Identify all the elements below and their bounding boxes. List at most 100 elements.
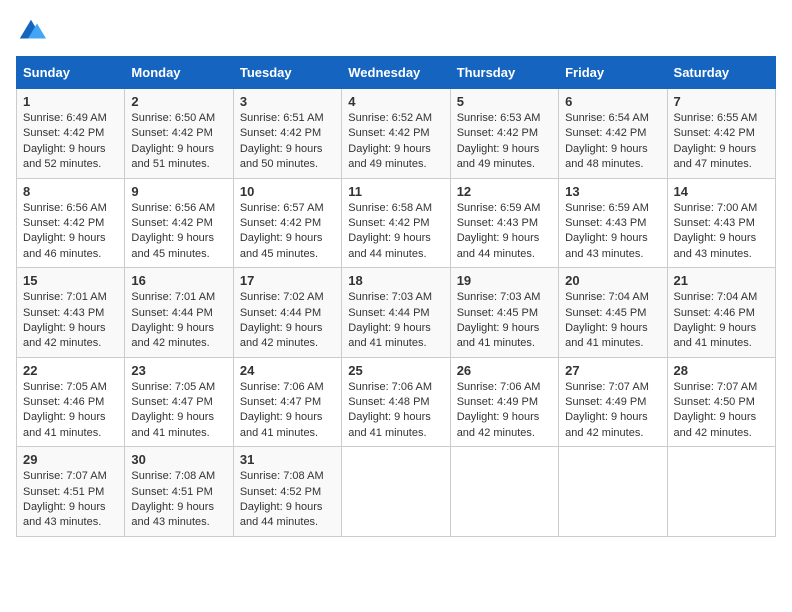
day-number: 8 <box>23 184 118 199</box>
day-cell: 23 Sunrise: 7:05 AM Sunset: 4:47 PM Dayl… <box>125 357 233 447</box>
day-cell: 10 Sunrise: 6:57 AM Sunset: 4:42 PM Dayl… <box>233 178 341 268</box>
day-info: Sunrise: 7:05 AM Sunset: 4:47 PM Dayligh… <box>131 380 226 442</box>
day-cell: 27 Sunrise: 7:07 AM Sunset: 4:49 PM Dayl… <box>559 357 667 447</box>
day-number: 23 <box>131 363 226 378</box>
day-cell <box>450 447 558 537</box>
week-row-5: 29 Sunrise: 7:07 AM Sunset: 4:51 PM Dayl… <box>17 447 776 537</box>
week-row-4: 22 Sunrise: 7:05 AM Sunset: 4:46 PM Dayl… <box>17 357 776 447</box>
day-info: Sunrise: 6:59 AM Sunset: 4:43 PM Dayligh… <box>565 201 660 263</box>
day-number: 14 <box>674 184 769 199</box>
day-info: Sunrise: 7:07 AM Sunset: 4:51 PM Dayligh… <box>23 469 118 531</box>
day-info: Sunrise: 7:06 AM Sunset: 4:47 PM Dayligh… <box>240 380 335 442</box>
week-row-2: 8 Sunrise: 6:56 AM Sunset: 4:42 PM Dayli… <box>17 178 776 268</box>
day-cell: 26 Sunrise: 7:06 AM Sunset: 4:49 PM Dayl… <box>450 357 558 447</box>
day-number: 15 <box>23 273 118 288</box>
day-cell: 25 Sunrise: 7:06 AM Sunset: 4:48 PM Dayl… <box>342 357 450 447</box>
day-info: Sunrise: 7:04 AM Sunset: 4:46 PM Dayligh… <box>674 290 769 352</box>
day-cell: 12 Sunrise: 6:59 AM Sunset: 4:43 PM Dayl… <box>450 178 558 268</box>
day-cell: 22 Sunrise: 7:05 AM Sunset: 4:46 PM Dayl… <box>17 357 125 447</box>
day-cell <box>342 447 450 537</box>
day-cell: 30 Sunrise: 7:08 AM Sunset: 4:51 PM Dayl… <box>125 447 233 537</box>
day-cell: 24 Sunrise: 7:06 AM Sunset: 4:47 PM Dayl… <box>233 357 341 447</box>
day-info: Sunrise: 6:54 AM Sunset: 4:42 PM Dayligh… <box>565 111 660 173</box>
day-number: 24 <box>240 363 335 378</box>
day-info: Sunrise: 6:51 AM Sunset: 4:42 PM Dayligh… <box>240 111 335 173</box>
day-number: 18 <box>348 273 443 288</box>
calendar-table: SundayMondayTuesdayWednesdayThursdayFrid… <box>16 56 776 537</box>
day-cell: 14 Sunrise: 7:00 AM Sunset: 4:43 PM Dayl… <box>667 178 775 268</box>
day-cell: 1 Sunrise: 6:49 AM Sunset: 4:42 PM Dayli… <box>17 89 125 179</box>
day-number: 19 <box>457 273 552 288</box>
day-info: Sunrise: 7:03 AM Sunset: 4:45 PM Dayligh… <box>457 290 552 352</box>
day-info: Sunrise: 7:03 AM Sunset: 4:44 PM Dayligh… <box>348 290 443 352</box>
day-cell: 15 Sunrise: 7:01 AM Sunset: 4:43 PM Dayl… <box>17 268 125 358</box>
day-info: Sunrise: 6:55 AM Sunset: 4:42 PM Dayligh… <box>674 111 769 173</box>
day-number: 2 <box>131 94 226 109</box>
day-info: Sunrise: 6:58 AM Sunset: 4:42 PM Dayligh… <box>348 201 443 263</box>
day-number: 25 <box>348 363 443 378</box>
day-number: 26 <box>457 363 552 378</box>
day-cell: 19 Sunrise: 7:03 AM Sunset: 4:45 PM Dayl… <box>450 268 558 358</box>
column-header-tuesday: Tuesday <box>233 57 341 89</box>
week-row-3: 15 Sunrise: 7:01 AM Sunset: 4:43 PM Dayl… <box>17 268 776 358</box>
day-info: Sunrise: 6:49 AM Sunset: 4:42 PM Dayligh… <box>23 111 118 173</box>
day-number: 10 <box>240 184 335 199</box>
day-cell: 29 Sunrise: 7:07 AM Sunset: 4:51 PM Dayl… <box>17 447 125 537</box>
day-cell: 18 Sunrise: 7:03 AM Sunset: 4:44 PM Dayl… <box>342 268 450 358</box>
day-number: 1 <box>23 94 118 109</box>
day-number: 30 <box>131 452 226 467</box>
day-number: 5 <box>457 94 552 109</box>
day-number: 7 <box>674 94 769 109</box>
logo <box>16 16 50 46</box>
day-cell: 21 Sunrise: 7:04 AM Sunset: 4:46 PM Dayl… <box>667 268 775 358</box>
column-header-wednesday: Wednesday <box>342 57 450 89</box>
header-row: SundayMondayTuesdayWednesdayThursdayFrid… <box>17 57 776 89</box>
day-number: 6 <box>565 94 660 109</box>
column-header-thursday: Thursday <box>450 57 558 89</box>
day-number: 11 <box>348 184 443 199</box>
day-info: Sunrise: 7:07 AM Sunset: 4:50 PM Dayligh… <box>674 380 769 442</box>
day-cell: 3 Sunrise: 6:51 AM Sunset: 4:42 PM Dayli… <box>233 89 341 179</box>
day-cell <box>667 447 775 537</box>
day-info: Sunrise: 7:01 AM Sunset: 4:43 PM Dayligh… <box>23 290 118 352</box>
day-number: 29 <box>23 452 118 467</box>
column-header-friday: Friday <box>559 57 667 89</box>
day-number: 9 <box>131 184 226 199</box>
day-info: Sunrise: 7:00 AM Sunset: 4:43 PM Dayligh… <box>674 201 769 263</box>
day-number: 21 <box>674 273 769 288</box>
day-cell: 20 Sunrise: 7:04 AM Sunset: 4:45 PM Dayl… <box>559 268 667 358</box>
day-number: 4 <box>348 94 443 109</box>
column-header-saturday: Saturday <box>667 57 775 89</box>
column-header-sunday: Sunday <box>17 57 125 89</box>
day-number: 28 <box>674 363 769 378</box>
day-info: Sunrise: 7:08 AM Sunset: 4:52 PM Dayligh… <box>240 469 335 531</box>
day-cell: 31 Sunrise: 7:08 AM Sunset: 4:52 PM Dayl… <box>233 447 341 537</box>
day-cell: 4 Sunrise: 6:52 AM Sunset: 4:42 PM Dayli… <box>342 89 450 179</box>
day-info: Sunrise: 7:02 AM Sunset: 4:44 PM Dayligh… <box>240 290 335 352</box>
day-info: Sunrise: 7:06 AM Sunset: 4:48 PM Dayligh… <box>348 380 443 442</box>
day-info: Sunrise: 7:04 AM Sunset: 4:45 PM Dayligh… <box>565 290 660 352</box>
day-cell: 2 Sunrise: 6:50 AM Sunset: 4:42 PM Dayli… <box>125 89 233 179</box>
day-cell: 7 Sunrise: 6:55 AM Sunset: 4:42 PM Dayli… <box>667 89 775 179</box>
day-number: 3 <box>240 94 335 109</box>
logo-icon <box>16 16 46 46</box>
day-cell: 8 Sunrise: 6:56 AM Sunset: 4:42 PM Dayli… <box>17 178 125 268</box>
day-info: Sunrise: 6:56 AM Sunset: 4:42 PM Dayligh… <box>131 201 226 263</box>
day-number: 31 <box>240 452 335 467</box>
day-cell: 6 Sunrise: 6:54 AM Sunset: 4:42 PM Dayli… <box>559 89 667 179</box>
day-cell: 5 Sunrise: 6:53 AM Sunset: 4:42 PM Dayli… <box>450 89 558 179</box>
day-info: Sunrise: 7:08 AM Sunset: 4:51 PM Dayligh… <box>131 469 226 531</box>
day-info: Sunrise: 7:07 AM Sunset: 4:49 PM Dayligh… <box>565 380 660 442</box>
day-number: 27 <box>565 363 660 378</box>
day-number: 13 <box>565 184 660 199</box>
day-cell: 28 Sunrise: 7:07 AM Sunset: 4:50 PM Dayl… <box>667 357 775 447</box>
week-row-1: 1 Sunrise: 6:49 AM Sunset: 4:42 PM Dayli… <box>17 89 776 179</box>
day-info: Sunrise: 7:01 AM Sunset: 4:44 PM Dayligh… <box>131 290 226 352</box>
day-info: Sunrise: 6:50 AM Sunset: 4:42 PM Dayligh… <box>131 111 226 173</box>
day-info: Sunrise: 6:59 AM Sunset: 4:43 PM Dayligh… <box>457 201 552 263</box>
day-info: Sunrise: 6:53 AM Sunset: 4:42 PM Dayligh… <box>457 111 552 173</box>
day-cell <box>559 447 667 537</box>
day-number: 17 <box>240 273 335 288</box>
day-number: 16 <box>131 273 226 288</box>
day-cell: 16 Sunrise: 7:01 AM Sunset: 4:44 PM Dayl… <box>125 268 233 358</box>
